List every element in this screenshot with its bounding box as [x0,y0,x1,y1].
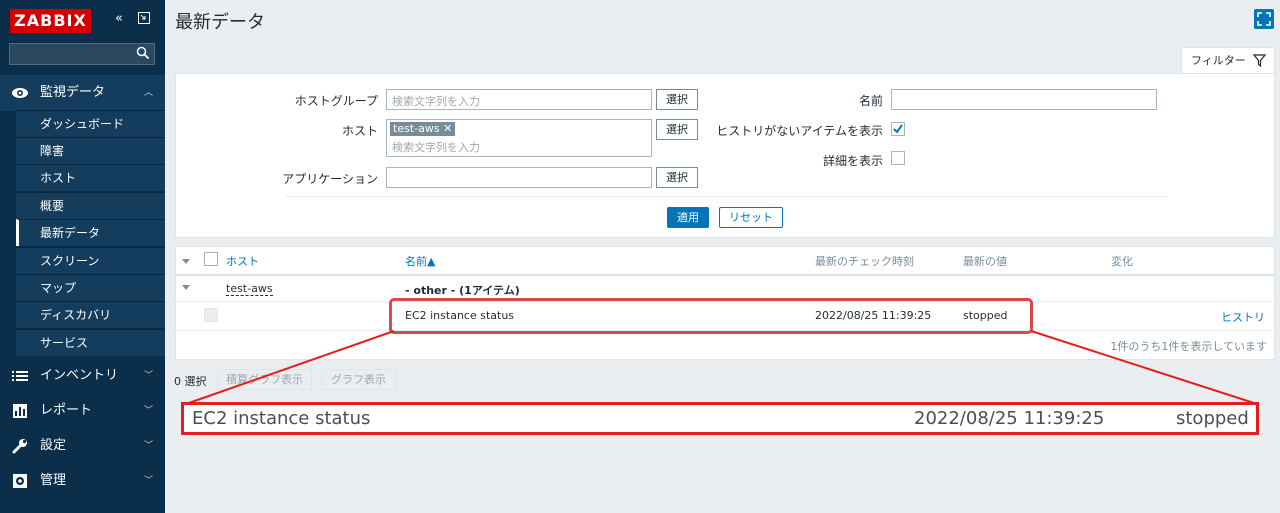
zoom-item-name: EC2 instance status [192,408,371,429]
callout-lines [185,330,1258,405]
zoom-last-value: stopped [1176,408,1249,429]
zoom-last-check: 2022/08/25 11:39:25 [914,408,1105,429]
